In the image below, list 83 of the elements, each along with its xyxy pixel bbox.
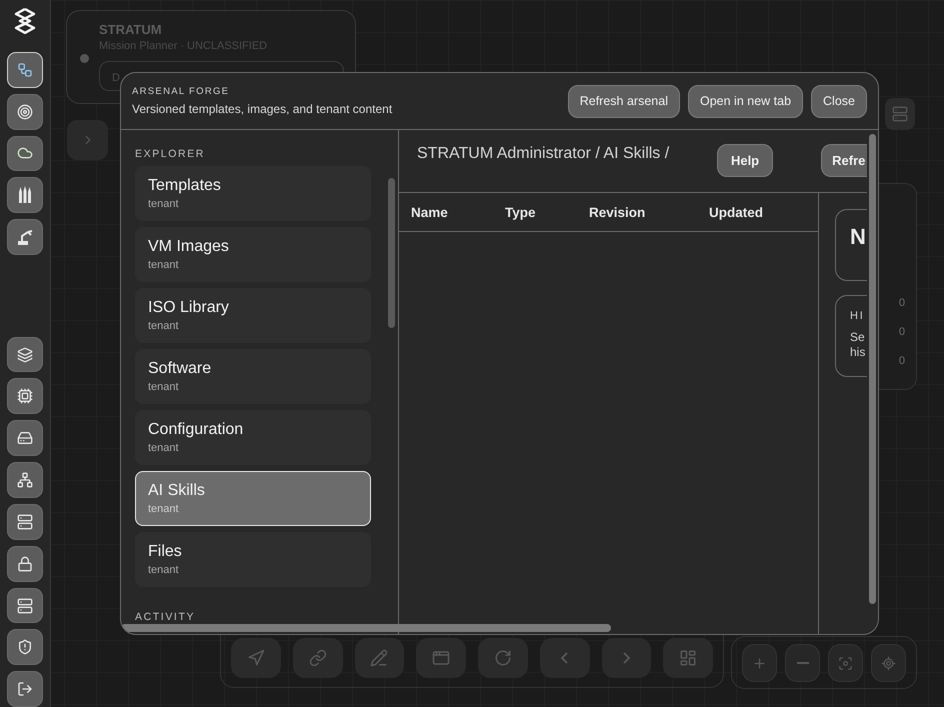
focus-icon (838, 656, 853, 670)
explorer-item[interactable]: ISO Library tenant (135, 288, 371, 343)
rail-button[interactable] (7, 94, 43, 130)
shield-icon (17, 639, 33, 656)
chip-icon (17, 388, 33, 404)
app-title: STRATUM (99, 22, 162, 37)
header-button[interactable]: Refresh arsenal (568, 84, 680, 118)
history-heading: HI (850, 310, 866, 322)
server-icon (17, 598, 33, 614)
section-heading: EXPLORER (135, 148, 206, 160)
toolbar-button[interactable] (478, 638, 528, 678)
rail-button[interactable] (7, 629, 43, 666)
header-button[interactable]: Close (811, 84, 867, 118)
refresh-icon (494, 649, 512, 667)
card-title: N (850, 224, 866, 249)
server-icon (892, 106, 908, 122)
rail-button[interactable] (7, 462, 43, 498)
breadcrumb: STRATUM Administrator / AI Skills / (417, 145, 670, 163)
zoom-button[interactable] (785, 644, 820, 682)
locate-icon (881, 656, 896, 670)
logout-icon (17, 681, 33, 698)
count: 0 (898, 325, 905, 340)
zoom-in-icon (752, 656, 767, 670)
explorer-item[interactable]: Configuration tenant (135, 410, 371, 465)
explorer-item[interactable]: Software tenant (135, 349, 371, 404)
zoom-button[interactable] (828, 644, 863, 682)
toolbar-button[interactable] (663, 638, 713, 678)
toolbar-button[interactable] (292, 638, 342, 678)
explorer-item[interactable]: VM Images tenant (135, 227, 371, 282)
edit-icon (370, 649, 388, 667)
explorer-item[interactable]: AI Skills tenant (135, 471, 371, 526)
server-icon (17, 514, 33, 530)
panel-button[interactable] (885, 98, 915, 130)
dialog-subtitle: Versioned templates, images, and tenant content (132, 102, 392, 116)
count: 0 (898, 354, 905, 369)
chevron-right-icon (622, 652, 630, 664)
count: 0 (898, 296, 905, 311)
rail-button[interactable] (7, 671, 43, 707)
scrollbar-thumb[interactable] (388, 178, 395, 328)
column-header[interactable]: Revision (589, 204, 709, 220)
toolbar-button[interactable] (416, 638, 466, 678)
refresh-button[interactable]: Refre (821, 144, 867, 177)
navigation-icon (246, 649, 265, 667)
layers-icon (17, 346, 33, 363)
rail-button[interactable] (7, 546, 43, 582)
zoom-button[interactable] (871, 644, 906, 682)
chevron-left-icon (561, 652, 568, 664)
rail-button[interactable] (7, 588, 43, 624)
dialog-eyebrow: ARSENAL FORGE (132, 86, 230, 97)
dashboard-icon (679, 649, 698, 667)
explorer-item[interactable]: Files tenant (135, 532, 371, 587)
explorer-item[interactable]: Templates tenant (135, 166, 371, 221)
rail-button[interactable] (7, 219, 43, 255)
bullets-icon (17, 186, 33, 204)
section-heading: ACTIVITY (135, 611, 196, 623)
help-button[interactable]: Help (716, 144, 774, 177)
rail-button[interactable] (7, 504, 43, 540)
lock-icon (17, 556, 33, 572)
toolbar-button[interactable] (231, 638, 281, 678)
rail-button[interactable] (7, 420, 43, 456)
scrollbar-thumb[interactable] (869, 134, 876, 604)
network-icon (17, 472, 33, 488)
robot-arm-icon (16, 228, 34, 246)
window-icon (432, 649, 450, 667)
column-header[interactable]: Updated (709, 204, 819, 220)
rail-button[interactable] (7, 378, 43, 414)
rail-button[interactable] (7, 336, 43, 372)
target-icon (17, 104, 33, 120)
rail-button[interactable] (7, 177, 43, 214)
drive-icon (17, 430, 33, 446)
rail-button[interactable] (7, 136, 43, 172)
link-icon (308, 649, 327, 667)
history-text: Se his (850, 330, 866, 360)
status-dot (80, 54, 89, 63)
zoom-button[interactable] (742, 644, 777, 682)
workflow-icon (17, 62, 33, 78)
column-header[interactable]: Name (411, 204, 505, 220)
logo-icon (14, 8, 36, 34)
cloud-icon (17, 145, 33, 162)
scrollbar-thumb[interactable] (121, 624, 611, 632)
toolbar-button[interactable] (354, 638, 404, 678)
header-button[interactable]: Open in new tab (688, 84, 804, 118)
column-header[interactable]: Type (505, 204, 589, 220)
